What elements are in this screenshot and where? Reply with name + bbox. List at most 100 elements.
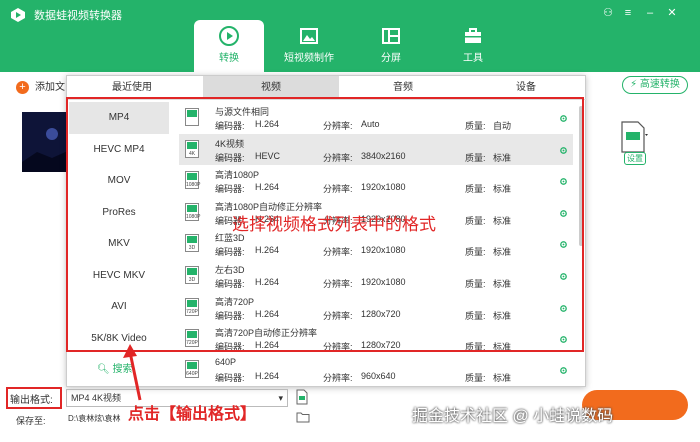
preset-row[interactable]: 与源文件相同 编码器: H.264 分辨率: Auto 质量: 自动	[179, 102, 573, 134]
tab-video[interactable]: 视频	[203, 76, 339, 100]
resolution-value: 1920x1080	[361, 277, 406, 287]
quality-label: 质量:	[465, 247, 486, 258]
tab-label: 工具	[463, 53, 483, 64]
convert-icon	[219, 26, 239, 46]
tab-audio[interactable]: 音频	[339, 76, 467, 100]
tab-short-video[interactable]: 短视频制作	[274, 20, 344, 68]
list-scrollbar[interactable]	[579, 106, 583, 246]
quality-value: 标准	[493, 184, 512, 195]
gear-icon[interactable]	[559, 304, 568, 313]
minimize-icon[interactable]: –	[642, 5, 658, 21]
resolution-value: 1280x720	[361, 340, 401, 351]
menu-icon[interactable]: ≡	[620, 5, 636, 21]
preset-name: 高清720P自动修正分辨率	[215, 328, 318, 339]
preset-row[interactable]: 4K 4K视频 编码器: HEVC 分辨率: 3840x2160 质量: 标准	[179, 133, 573, 166]
category-avi[interactable]: AVI	[69, 291, 169, 323]
category-hevc-mp4[interactable]: HEVC MP4	[69, 134, 169, 166]
quality-label: 质量:	[465, 184, 486, 195]
resolution-label: 分辨率:	[323, 310, 353, 321]
resolution-label: 分辨率:	[323, 342, 353, 353]
preset-row[interactable]: 1080P 高清1080P 编码器: H.264 分辨率: 1920x1080 …	[179, 165, 573, 197]
tab-label: 转换	[219, 53, 239, 64]
category-hevc-mkv[interactable]: HEVC MKV	[69, 260, 169, 292]
format-file-icon[interactable]	[296, 389, 308, 405]
preset-row[interactable]: 3D 左右3D 编码器: H.264 分辨率: 1920x1080 质量: 标准	[179, 260, 573, 292]
file-format-icon	[185, 108, 199, 126]
resolution-label: 分辨率:	[323, 184, 353, 195]
output-format-file-icon[interactable]	[618, 120, 648, 154]
quality-label: 质量:	[465, 279, 486, 289]
night-sky-image	[22, 112, 70, 172]
quality-label: 质量:	[465, 121, 486, 131]
resolution-value: 1920x1080	[361, 245, 406, 256]
preset-name: 640P	[215, 357, 237, 367]
gear-icon[interactable]	[559, 177, 568, 186]
preset-row[interactable]: 720P 高清720P 编码器: H.264 分辨率: 1280x720 质量:…	[179, 292, 573, 324]
app-title: 数据蛙视频转换器	[34, 10, 122, 22]
quality-label: 质量:	[465, 373, 486, 383]
quality-label: 质量:	[465, 215, 486, 226]
save-to-label: 保存至:	[16, 416, 46, 426]
encoder-value: H.264	[255, 182, 280, 193]
encoder-label: 编码器:	[215, 247, 245, 258]
category-mov[interactable]: MOV	[69, 165, 169, 197]
settings-button[interactable]: 设置	[624, 152, 646, 165]
encoder-value: H.264	[255, 119, 280, 129]
quality-value: 标准	[493, 152, 512, 163]
encoder-label: 编码器:	[215, 310, 245, 321]
category-prores[interactable]: ProRes	[69, 197, 169, 229]
chevron-down-icon: ▾	[278, 393, 283, 403]
watermark-text: 掘金技术社区 @ 小蛙说数码	[412, 408, 614, 425]
tab-label: 短视频制作	[284, 53, 334, 64]
resolution-value: 1920x1080	[361, 182, 406, 193]
resolution-label: 分辨率:	[323, 373, 353, 383]
resolution-value: 1280x720	[361, 308, 401, 319]
gear-icon[interactable]	[559, 209, 568, 218]
gear-icon[interactable]	[559, 114, 568, 123]
encoder-value: H.264	[255, 340, 280, 351]
resolution-label: 分辨率:	[323, 121, 353, 131]
tab-device[interactable]: 设备	[467, 76, 585, 100]
quality-value: 标准	[493, 310, 512, 321]
user-icon[interactable]: ⚇	[600, 5, 616, 21]
image-icon	[300, 28, 318, 44]
preset-row[interactable]: 640P 640P 编码器: H.264 分辨率: 960x640 质量: 标准	[179, 354, 573, 386]
resolution-label: 分辨率:	[323, 279, 353, 289]
encoder-label: 编码器:	[215, 121, 245, 131]
gear-icon[interactable]	[559, 366, 568, 375]
tab-split-screen[interactable]: 分屏	[356, 20, 426, 68]
resolution-value: Auto	[361, 119, 380, 129]
category-mp4[interactable]: MP4	[69, 102, 169, 134]
folder-icon[interactable]	[296, 411, 310, 423]
file-format-icon: 3D	[185, 234, 199, 253]
preset-row[interactable]: 720P 高清720P自动修正分辨率 编码器: H.264 分辨率: 1280x…	[179, 323, 573, 355]
encoder-value: HEVC	[255, 150, 281, 161]
preset-name: 高清1080P	[215, 170, 260, 181]
tab-recent[interactable]: 最近使用	[67, 76, 197, 100]
file-format-icon: 3D	[185, 266, 199, 284]
quality-label: 质量:	[465, 310, 486, 321]
encoder-value: H.264	[255, 245, 280, 256]
format-category-list: MP4 HEVC MP4 MOV ProRes MKV HEVC MKV AVI…	[69, 102, 169, 358]
close-icon[interactable]: ✕	[664, 5, 680, 21]
gear-icon[interactable]	[559, 146, 568, 155]
quality-label: 质量:	[465, 152, 486, 163]
encoder-label: 编码器:	[215, 373, 245, 383]
add-file-button[interactable]: + 添加文	[16, 78, 65, 94]
file-format-icon: 1080P	[185, 202, 200, 221]
resolution-value: 960x640	[361, 371, 396, 381]
encoder-label: 编码器:	[215, 152, 245, 163]
tab-convert[interactable]: 转换	[194, 20, 264, 72]
gear-icon[interactable]	[559, 272, 568, 281]
quality-value: 标准	[493, 279, 512, 289]
annotation-arrow	[123, 344, 142, 401]
fast-convert-button[interactable]: ⚡ 高速转换	[622, 76, 688, 94]
resolution-value: 3840x2160	[361, 150, 406, 161]
tab-tools[interactable]: 工具	[438, 20, 508, 68]
gear-icon[interactable]	[559, 335, 568, 344]
title-bar: 数据蛙视频转换器 ⚇ ≡ – ✕ 转换 短视频制作 分屏 工具	[0, 0, 700, 72]
encoder-value: H.264	[255, 308, 280, 319]
app-window: 数据蛙视频转换器 ⚇ ≡ – ✕ 转换 短视频制作 分屏 工具 + 添加文 ⚡ 高…	[0, 0, 700, 442]
gear-icon[interactable]	[559, 240, 568, 249]
category-mkv[interactable]: MKV	[69, 228, 169, 260]
